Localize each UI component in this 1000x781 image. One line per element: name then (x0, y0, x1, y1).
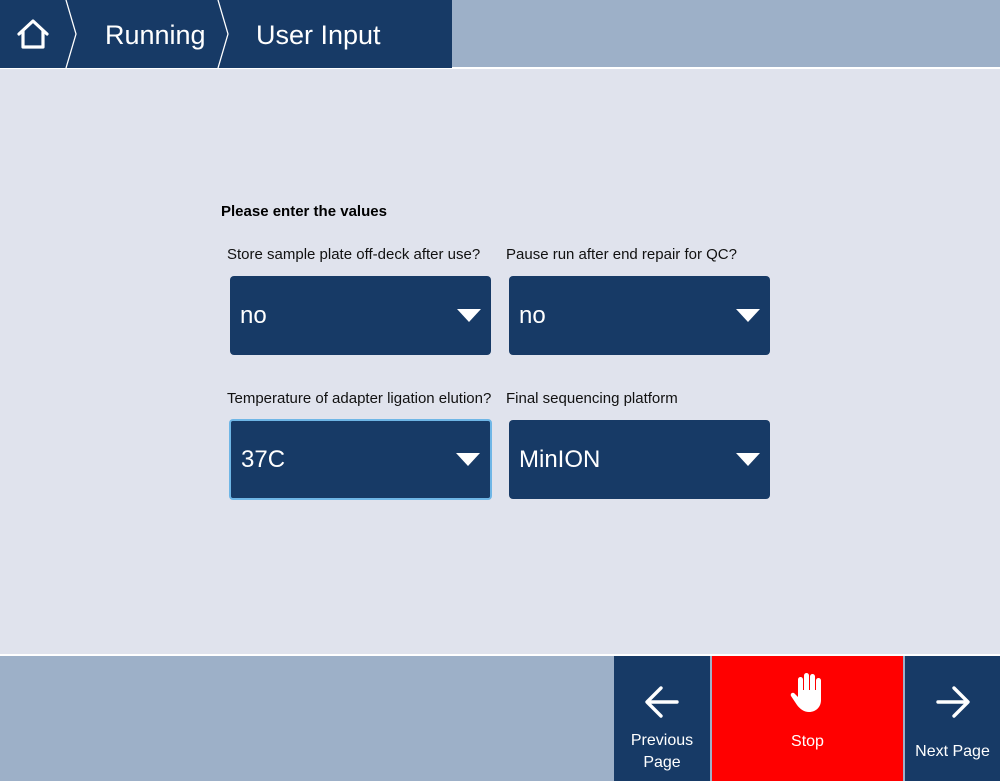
chevron-down-icon (457, 308, 481, 322)
store-plate-value: no (240, 301, 267, 329)
breadcrumb-separator-icon (65, 0, 77, 68)
temperature-select[interactable]: 37C (229, 419, 492, 500)
footer-bar: Previous Page Stop Next Page (0, 654, 1000, 781)
user-input-form: Please enter the values Store sample pla… (0, 69, 1000, 654)
breadcrumb-item-running[interactable]: Running (105, 0, 206, 68)
breadcrumb: Running User Input (0, 0, 452, 68)
previous-page-button[interactable]: Previous Page (614, 656, 710, 781)
platform-label: Final sequencing platform (506, 390, 678, 407)
arrow-left-icon (645, 686, 679, 718)
chevron-down-icon (736, 308, 760, 322)
temperature-label: Temperature of adapter ligation elution? (227, 390, 492, 407)
arrow-right-icon (935, 686, 970, 718)
store-plate-label: Store sample plate off-deck after use? (227, 246, 481, 263)
platform-value: MinION (519, 445, 601, 473)
next-page-label: Next Page (915, 743, 990, 760)
previous-page-label: Previous Page (630, 732, 694, 771)
home-icon (17, 19, 49, 49)
temperature-value: 37C (241, 445, 286, 473)
header-bar: Running User Input (0, 0, 1000, 69)
chevron-down-icon (736, 452, 760, 466)
next-page-button[interactable]: Next Page (905, 656, 1000, 781)
chevron-down-icon (456, 452, 480, 466)
platform-select[interactable]: MinION (509, 420, 770, 499)
pause-run-label: Pause run after end repair for QC? (506, 246, 737, 263)
breadcrumb-separator-icon (217, 0, 229, 68)
pause-run-value: no (519, 301, 546, 329)
hand-stop-icon (790, 673, 821, 712)
store-plate-select[interactable]: no (230, 276, 491, 355)
breadcrumb-item-user-input[interactable]: User Input (256, 0, 381, 68)
form-title: Please enter the values (221, 203, 387, 220)
pause-run-select[interactable]: no (509, 276, 770, 355)
stop-label: Stop (791, 733, 824, 750)
stop-button[interactable]: Stop (712, 656, 903, 781)
home-button[interactable] (0, 0, 66, 68)
